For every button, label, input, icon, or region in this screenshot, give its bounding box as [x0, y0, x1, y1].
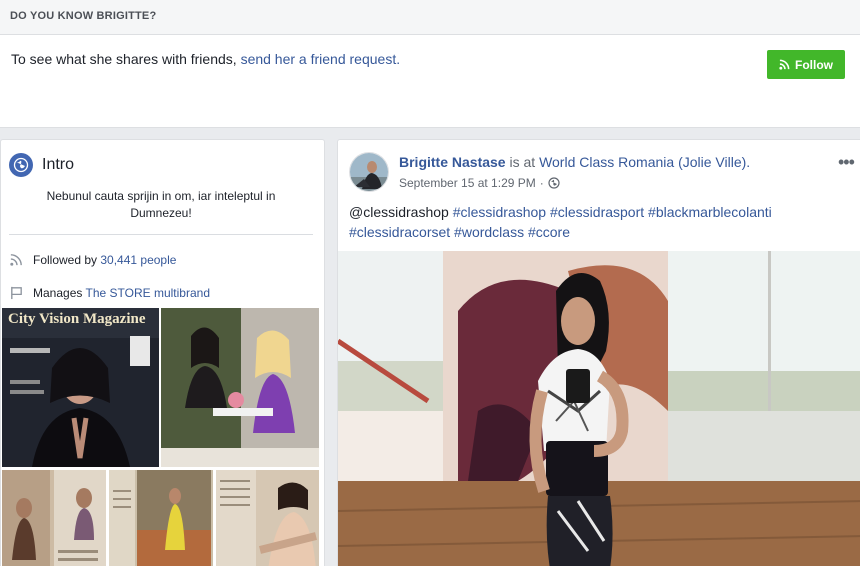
flag-icon — [11, 286, 22, 300]
rss-icon — [10, 254, 22, 266]
hashtag-link[interactable]: #ccore — [528, 224, 570, 240]
post-card: Brigitte Nastase is at World Class Roman… — [337, 139, 860, 566]
hashtag-link[interactable]: #clessidrasport — [550, 204, 644, 220]
author-name-link[interactable]: Brigitte Nastase — [399, 154, 506, 170]
post-photo[interactable] — [338, 251, 860, 566]
post-timestamp-link[interactable]: September 15 at 1:29 PM — [399, 176, 536, 190]
follow-button[interactable]: Follow — [767, 50, 845, 79]
followed-by-row: Followed by 30,441 people — [9, 252, 176, 267]
is-at-text: is at — [509, 154, 536, 170]
photo-magazine-spread[interactable] — [161, 308, 319, 467]
meta-separator: · — [539, 176, 544, 190]
mention-link[interactable]: @clessidrashop — [349, 204, 449, 220]
intro-bio: Nebunul cauta sprijin in om, iar intelep… — [46, 189, 276, 220]
post-meta: September 15 at 1:29 PM · — [399, 176, 560, 190]
globe-icon — [9, 153, 33, 177]
intro-header: Intro — [9, 153, 74, 177]
manages-text: Manages The STORE multibrand — [33, 286, 210, 300]
photo-thumb-3[interactable] — [216, 470, 319, 566]
post-header: Brigitte Nastase is at World Class Roman… — [399, 154, 750, 170]
send-friend-request-link[interactable]: send her a friend request. — [241, 51, 401, 67]
banner-heading: DO YOU KNOW BRIGITTE? — [0, 0, 860, 35]
hashtag-link[interactable]: #wordclass — [454, 224, 524, 240]
intro-card: Intro Nebunul cauta sprijin in om, iar i… — [0, 139, 325, 566]
photo-grid: City Vision Magazine — [1, 308, 319, 566]
manages-label: Manages — [33, 285, 83, 300]
photo-magazine-cover[interactable]: City Vision Magazine — [2, 308, 159, 467]
manages-row: Manages The STORE multibrand — [9, 285, 210, 300]
rss-icon — [779, 59, 790, 70]
magazine-title: City Vision Magazine — [8, 311, 146, 327]
managed-page-link[interactable]: The STORE multibrand — [86, 286, 211, 300]
followed-by-label: Followed by — [33, 252, 98, 267]
author-avatar[interactable] — [349, 152, 389, 192]
post-options-button[interactable]: ••• — [838, 152, 855, 173]
banner-message: To see what she shares with friends, sen… — [11, 51, 400, 67]
followers-link[interactable]: 30,441 people — [100, 253, 176, 267]
hashtag-link[interactable]: #clessidracorset — [349, 224, 450, 240]
post-text: @clessidrashop #clessidrashop #clessidra… — [349, 202, 849, 242]
intro-divider — [9, 234, 313, 235]
banner-message-text: To see what she shares with friends, — [11, 51, 237, 67]
follow-label: Follow — [795, 57, 833, 72]
location-link[interactable]: World Class Romania (Jolie Ville). — [539, 154, 750, 170]
public-globe-icon — [548, 177, 560, 189]
hashtag-link[interactable]: #blackmarblecolanti — [648, 204, 772, 220]
photo-thumb-2[interactable] — [109, 470, 213, 566]
intro-title: Intro — [42, 156, 75, 173]
friend-request-banner: DO YOU KNOW BRIGITTE? To see what she sh… — [0, 0, 860, 128]
photo-thumb-1[interactable] — [2, 470, 106, 566]
hashtag-link[interactable]: #clessidrashop — [453, 204, 546, 220]
followed-by-text: Followed by 30,441 people — [33, 253, 176, 267]
